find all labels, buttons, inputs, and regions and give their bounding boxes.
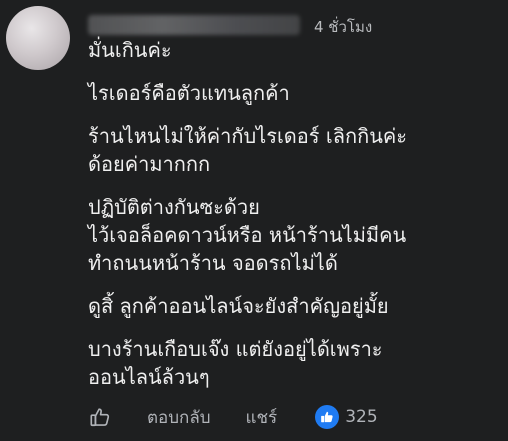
comment-paragraph: ร้านไหนไม่ให้ค่ากับไรเดอร์ เลิกกินค่ะ ด้… xyxy=(88,122,498,178)
comment-actions: ตอบกลับ แชร์ 325 xyxy=(88,402,498,432)
commenter-avatar[interactable] xyxy=(6,6,70,70)
share-button[interactable]: แชร์ xyxy=(246,404,278,431)
comment-line: ด้อยค่ามากกก xyxy=(88,152,211,176)
comment-header xyxy=(88,12,300,38)
comment-line: ไว้เจอล็อคดาวน์หรือ หน้าร้านไม่มีคน xyxy=(88,223,407,247)
comment-line: ออนไลน์ล้วนๆ xyxy=(88,365,210,389)
reaction-summary[interactable]: 325 xyxy=(315,405,378,429)
comment-line: ไรเดอร์คือตัวแทนลูกค้า xyxy=(88,81,290,105)
comment-line: บางร้านเกือบเจ๊ง แต่ยังอยู่ได้เพราะ xyxy=(88,337,383,361)
comment-paragraph: ดูสิ้ ลูกค้าออนไลน์จะยังสำคัญอยู่มั้ย xyxy=(88,292,498,320)
comment-line: ร้านไหนไม่ให้ค่ากับไรเดอร์ เลิกกินค่ะ xyxy=(88,124,408,148)
comment-paragraph: มั่นเกินค่ะ xyxy=(88,36,498,64)
comment-paragraph: ไรเดอร์คือตัวแทนลูกค้า xyxy=(88,79,498,107)
comment-paragraph: ปฏิบัติต่างกันซะด้วย ไว้เจอล็อคดาวน์หรือ… xyxy=(88,193,498,277)
like-reaction-icon xyxy=(315,405,340,429)
comment-paragraph: บางร้านเกือบเจ๊ง แต่ยังอยู่ได้เพราะ ออนไ… xyxy=(88,335,498,391)
reply-button[interactable]: ตอบกลับ xyxy=(147,404,211,431)
comment-body: มั่นเกินค่ะ ไรเดอร์คือตัวแทนลูกค้า ร้านไ… xyxy=(88,36,498,406)
comment-line: ทำถนนหน้าร้าน จอดรถไม่ได้ xyxy=(88,251,338,275)
author-name-blurred[interactable] xyxy=(88,15,300,35)
thumbs-up-icon[interactable] xyxy=(88,405,112,429)
comment-line: ดูสิ้ ลูกค้าออนไลน์จะยังสำคัญอยู่มั้ย xyxy=(88,294,389,318)
comment-line: มั่นเกินค่ะ xyxy=(88,38,172,62)
comment-line: ปฏิบัติต่างกันซะด้วย xyxy=(88,195,260,219)
reaction-count: 325 xyxy=(345,407,378,427)
